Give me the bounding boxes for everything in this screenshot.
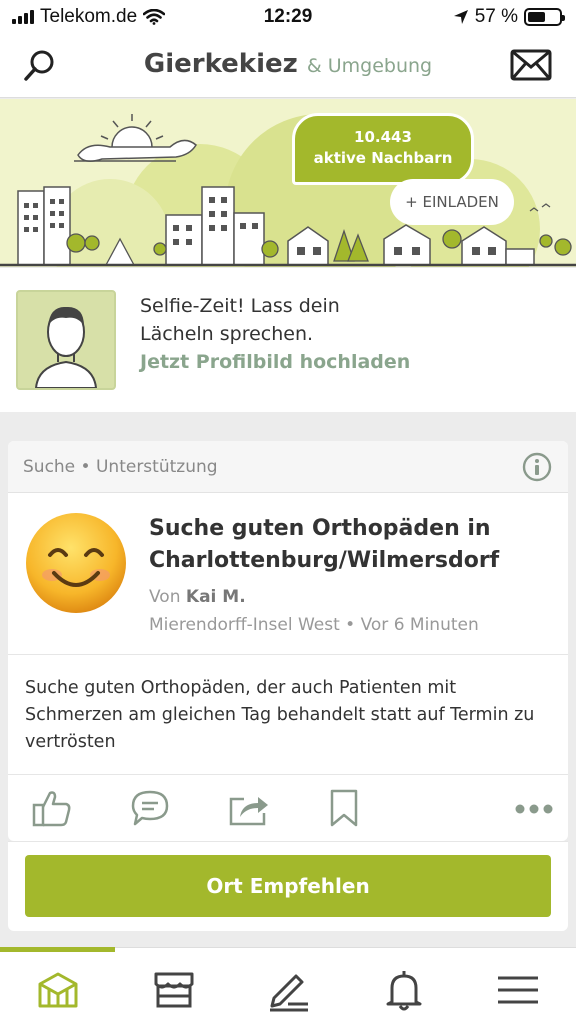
menu-icon[interactable] (496, 968, 540, 1012)
neighborhood-name: Gierkekiez (143, 49, 298, 79)
post-category: Suche • Unterstützung (23, 457, 218, 477)
neighborhood-banner: 10.443 aktive Nachbarn + EINLADEN (0, 99, 576, 267)
bookmark-icon[interactable] (328, 789, 360, 827)
app-header: Gierkekiez & Umgebung (0, 34, 576, 98)
active-neighbors-bubble: 10.443 aktive Nachbarn (292, 113, 474, 185)
write-icon[interactable] (266, 968, 310, 1012)
post-card: Suche • Unterstützung Suche guten Orthop… (8, 441, 568, 841)
battery-percent: 57 % (474, 6, 518, 27)
status-bar: Telekom.de 12:29 57 % (0, 0, 576, 34)
upload-profile-photo-link[interactable]: Jetzt Profilbild hochladen (140, 351, 410, 373)
smiling-emoji-avatar[interactable] (24, 511, 128, 615)
invite-button[interactable]: + EINLADEN (390, 179, 514, 225)
neighborhood-title[interactable]: Gierkekiez & Umgebung (0, 49, 576, 79)
location-arrow-icon (453, 10, 468, 24)
marketplace-icon[interactable] (152, 968, 196, 1012)
neighborhood-subtitle: & Umgebung (306, 55, 433, 77)
author-name[interactable]: Kai M. (186, 587, 246, 607)
mail-icon[interactable] (510, 48, 552, 82)
recommend-section: Ort Empfehlen (8, 841, 568, 931)
profile-photo-prompt: Selfie-Zeit! Lass dein Lächeln sprechen.… (0, 268, 576, 412)
battery-icon (524, 8, 565, 26)
home-icon[interactable] (36, 968, 80, 1012)
author-prefix: Von (149, 587, 181, 607)
post-location-time: Mierendorff-Insel West • Vor 6 Minuten (149, 615, 479, 635)
active-neighbors-label: aktive Nachbarn (313, 149, 453, 167)
user-silhouette-icon (34, 306, 98, 388)
post-body: Suche guten Orthopäden, der auch Patient… (25, 678, 535, 752)
bottom-navigation (0, 947, 576, 1024)
info-icon[interactable] (522, 452, 552, 482)
post-actions (8, 775, 568, 841)
share-icon[interactable] (228, 789, 270, 827)
status-right: 57 % (453, 6, 565, 28)
active-neighbors-count: 10.443 (354, 128, 412, 146)
profile-prompt-text: Selfie-Zeit! Lass dein Lächeln sprechen. (140, 295, 340, 345)
post-author-line: Von Kai M. (149, 587, 246, 607)
like-icon[interactable] (32, 789, 72, 827)
notifications-icon[interactable] (382, 968, 426, 1012)
post-title[interactable]: Suche guten Orthopäden in Charlottenburg… (149, 513, 549, 577)
avatar-placeholder[interactable] (16, 290, 116, 390)
recommend-place-button[interactable]: Ort Empfehlen (25, 855, 551, 917)
active-tab-indicator (0, 947, 115, 952)
more-icon[interactable] (514, 803, 554, 815)
post-divider (8, 654, 568, 655)
post-category-bar: Suche • Unterstützung (8, 441, 568, 493)
comment-icon[interactable] (130, 789, 170, 827)
